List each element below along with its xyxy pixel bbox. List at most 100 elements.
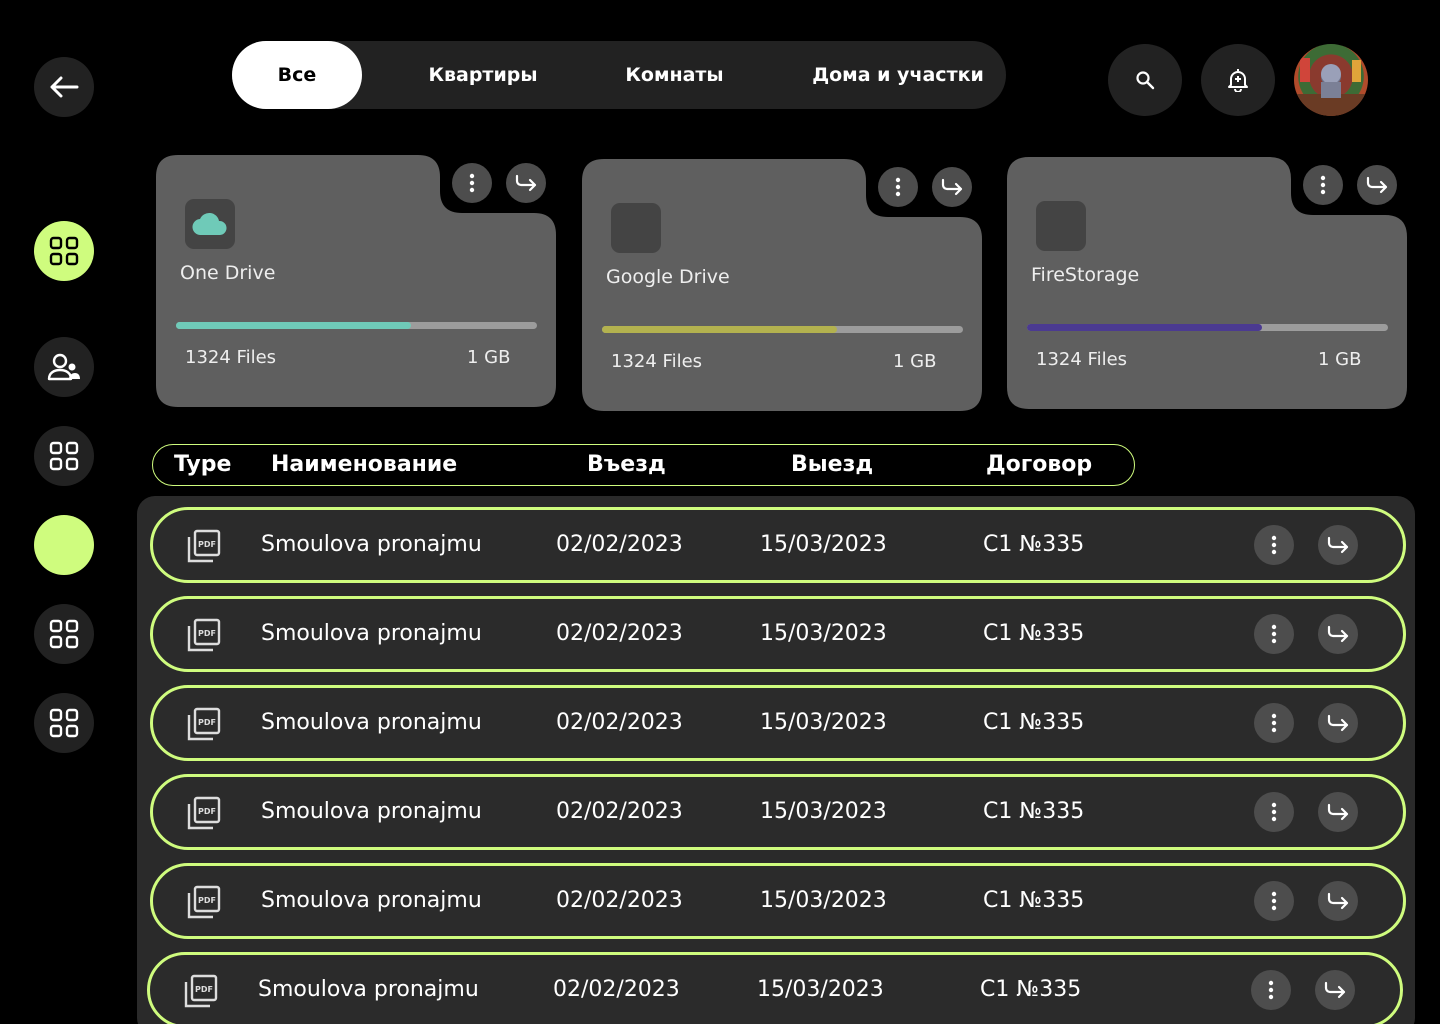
google-drive-icon <box>611 203 661 253</box>
share-arrow-icon <box>1327 714 1349 732</box>
sidebar-dashboard[interactable] <box>34 221 94 281</box>
row-menu-button[interactable] <box>1254 614 1294 654</box>
notifications-button[interactable] <box>1201 44 1275 116</box>
pdf-icon: PDF <box>187 707 221 741</box>
more-vertical-icon <box>1271 713 1277 733</box>
tab-rooms[interactable]: Комнаты <box>597 41 752 109</box>
grid-icon <box>49 441 79 471</box>
table-row[interactable]: PDF Smoulova pronajmu 02/02/2023 15/03/2… <box>150 685 1406 761</box>
row-contract: C1 №335 <box>983 621 1085 646</box>
bell-icon <box>1228 69 1248 92</box>
share-arrow-icon <box>1327 803 1349 821</box>
storage-usage-fill <box>176 322 411 329</box>
more-vertical-icon <box>1271 624 1277 644</box>
row-checkin: 02/02/2023 <box>553 977 680 1002</box>
sidebar-grid-1[interactable] <box>34 426 94 486</box>
card-share-button[interactable] <box>932 167 972 207</box>
row-share-button[interactable] <box>1318 614 1358 654</box>
row-contract: C1 №335 <box>983 799 1085 824</box>
row-menu-button[interactable] <box>1254 792 1294 832</box>
svg-text:PDF: PDF <box>198 540 216 549</box>
more-vertical-icon <box>1320 175 1326 195</box>
table-row[interactable]: PDF Smoulova pronajmu 02/02/2023 15/03/2… <box>150 596 1406 672</box>
storage-card-firestorage[interactable]: FireStorage 1324 Files 1 GB <box>1007 157 1407 409</box>
pdf-icon: PDF <box>187 796 221 830</box>
svg-text:PDF: PDF <box>198 718 216 727</box>
card-menu-button[interactable] <box>1303 165 1343 205</box>
column-name[interactable]: Наименование <box>271 445 457 485</box>
avatar[interactable] <box>1294 44 1368 116</box>
card-menu-button[interactable] <box>878 167 918 207</box>
row-name: Smoulova pronajmu <box>261 888 482 913</box>
storage-file-count: 1324 Files <box>185 347 277 368</box>
row-menu-button[interactable] <box>1254 525 1294 565</box>
table-row[interactable]: PDF Smoulova pronajmu 02/02/2023 15/03/2… <box>147 952 1403 1024</box>
row-name: Smoulova pronajmu <box>261 799 482 824</box>
table-row[interactable]: PDF Smoulova pronajmu 02/02/2023 15/03/2… <box>150 863 1406 939</box>
cloud-icon <box>185 199 235 249</box>
pdf-icon: PDF <box>187 529 221 563</box>
sidebar-accent-button[interactable] <box>34 515 94 575</box>
storage-card-google-drive[interactable]: Google Drive 1324 Files 1 GB <box>582 159 982 411</box>
storage-name: Google Drive <box>606 266 730 288</box>
storage-usage-bar <box>1027 324 1388 331</box>
arrow-left-icon <box>50 76 79 98</box>
row-share-button[interactable] <box>1318 703 1358 743</box>
storage-card-onedrive[interactable]: One Drive 1324 Files 1 GB <box>156 155 556 407</box>
table-row[interactable]: PDF Smoulova pronajmu 02/02/2023 15/03/2… <box>150 507 1406 583</box>
search-button[interactable] <box>1108 44 1182 116</box>
tab-apartments[interactable]: Квартиры <box>397 41 569 109</box>
sidebar-users[interactable] <box>34 337 94 397</box>
svg-text:PDF: PDF <box>195 985 213 994</box>
row-share-button[interactable] <box>1315 970 1355 1010</box>
firestorage-icon <box>1036 201 1086 251</box>
column-checkin[interactable]: Въезд <box>587 445 666 485</box>
row-checkin: 02/02/2023 <box>556 532 683 557</box>
users-icon <box>47 353 80 381</box>
storage-size: 1 GB <box>467 347 511 368</box>
back-button[interactable] <box>34 57 94 117</box>
storage-usage-fill <box>602 326 837 333</box>
card-menu-button[interactable] <box>452 163 492 203</box>
card-share-button[interactable] <box>506 163 546 203</box>
storage-size: 1 GB <box>1318 349 1362 370</box>
table-row[interactable]: PDF Smoulova pronajmu 02/02/2023 15/03/2… <box>150 774 1406 850</box>
share-arrow-icon <box>515 174 537 192</box>
more-vertical-icon <box>1271 802 1277 822</box>
more-vertical-icon <box>469 173 475 193</box>
grid-icon <box>49 619 79 649</box>
more-vertical-icon <box>895 177 901 197</box>
svg-text:PDF: PDF <box>198 896 216 905</box>
tab-all[interactable]: Все <box>232 41 362 109</box>
card-share-button[interactable] <box>1357 165 1397 205</box>
column-checkout[interactable]: Выезд <box>791 445 873 485</box>
row-checkout: 15/03/2023 <box>757 977 884 1002</box>
svg-text:PDF: PDF <box>198 629 216 638</box>
column-contract[interactable]: Договор <box>986 445 1092 485</box>
svg-text:PDF: PDF <box>198 807 216 816</box>
row-menu-button[interactable] <box>1251 970 1291 1010</box>
category-tabs: Все Квартиры Комнаты Дома и участки <box>232 41 1006 109</box>
row-share-button[interactable] <box>1318 792 1358 832</box>
pdf-icon: PDF <box>184 974 218 1008</box>
row-name: Smoulova pronajmu <box>261 532 482 557</box>
share-arrow-icon <box>941 178 963 196</box>
row-name: Smoulova pronajmu <box>258 977 479 1002</box>
row-checkout: 15/03/2023 <box>760 799 887 824</box>
row-share-button[interactable] <box>1318 525 1358 565</box>
row-menu-button[interactable] <box>1254 703 1294 743</box>
sidebar-grid-2[interactable] <box>34 604 94 664</box>
more-vertical-icon <box>1271 535 1277 555</box>
sidebar-grid-3[interactable] <box>34 693 94 753</box>
column-type[interactable]: Type <box>174 445 231 485</box>
storage-file-count: 1324 Files <box>1036 349 1128 370</box>
row-menu-button[interactable] <box>1254 881 1294 921</box>
row-checkin: 02/02/2023 <box>556 888 683 913</box>
search-icon <box>1136 71 1155 90</box>
storage-usage-fill <box>1027 324 1262 331</box>
row-share-button[interactable] <box>1318 881 1358 921</box>
row-contract: C1 №335 <box>983 710 1085 735</box>
tab-houses[interactable]: Дома и участки <box>792 41 1004 109</box>
storage-usage-bar <box>602 326 963 333</box>
table-header: Type Наименование Въезд Выезд Договор <box>152 444 1135 486</box>
